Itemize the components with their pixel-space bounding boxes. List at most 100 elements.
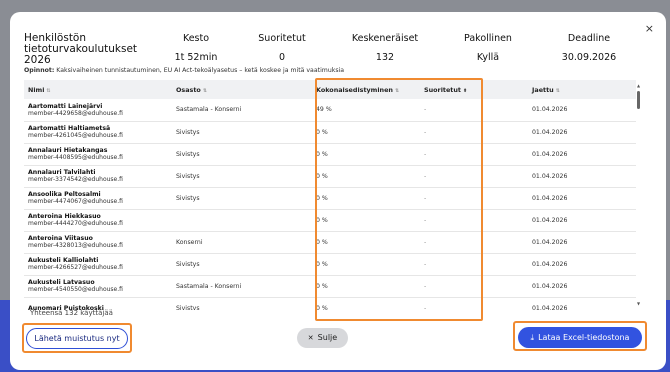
user-name: Anteroina Hiekkasuo: [28, 213, 101, 220]
cell-completed: -: [424, 304, 427, 311]
cell-department: [172, 209, 312, 231]
table-row[interactable]: Anteroina Viitasuo member-4328013@eduhous…: [24, 231, 636, 253]
table-row[interactable]: Aukusteli Kalliolahti member-4266527@eduh…: [24, 253, 636, 275]
participants-table-container[interactable]: Nimi ⇅ Osasto ⇅ Kokonaisedistyminen ⇅ Suori…: [24, 80, 642, 310]
table-row[interactable]: Aukusteli Latvasuo member-4540550@eduhous…: [24, 275, 636, 297]
cell-completed: -: [424, 172, 427, 180]
user-email: member-4328013@eduhouse.fi: [28, 242, 123, 249]
cell-shared: 01.04.2026: [532, 194, 568, 202]
sort-icon: ⇅: [555, 87, 560, 94]
cell-completed: -: [424, 282, 427, 290]
cell-user: Aukusteli Kalliolahti member-4266527@eduh…: [24, 253, 172, 275]
user-email: member-4540550@eduhouse.fi: [28, 286, 123, 293]
stat-value: 0: [278, 52, 286, 63]
cell-completed: -: [424, 150, 427, 158]
stat-label: Keskeneräiset: [351, 33, 419, 44]
scrollbar-thumb[interactable]: [637, 91, 640, 109]
cell-completed: -: [424, 260, 427, 268]
participants-table: Nimi ⇅ Osasto ⇅ Kokonaisedistyminen ⇅ Suori…: [24, 80, 636, 310]
cell-shared: 01.04.2026: [532, 172, 568, 180]
course-title: Henkilöstön tietoturvakoulutukset 2026: [24, 32, 138, 66]
cell-user: Anteroina Viitasuo member-4328013@eduhous…: [24, 231, 172, 253]
user-name: Aukusteli Latvasuo: [28, 279, 95, 286]
cell-department: Sastamala - Konserni: [176, 282, 242, 290]
user-email: member-4408595@eduhouse.fi: [28, 154, 123, 161]
user-email: member-3374542@eduhouse.fi: [28, 176, 123, 183]
sort-icon: ⇅: [46, 87, 51, 94]
cell-completed: -: [424, 128, 427, 136]
cell-department: Sivistys: [176, 172, 200, 180]
column-header-department[interactable]: Osasto ⇅: [172, 80, 312, 99]
cell-user: Ansoolika Peltosalmi member-4474067@eduho…: [24, 187, 172, 209]
cell-department: Sivistys: [176, 260, 200, 268]
user-email: member-4474067@eduhouse.fi: [28, 198, 123, 205]
sort-icon: ⇅: [202, 87, 208, 94]
cell-progress: 49 %: [316, 106, 332, 114]
user-name: Aartomatti Haltiametsä: [28, 125, 111, 132]
send-reminder-button[interactable]: Lähetä muistutus nyt: [26, 328, 128, 349]
cell-completed: -: [424, 238, 427, 246]
cell-user: Annalauri Hietakangas member-4408595@eduh…: [24, 143, 172, 165]
cell-progress: 0 %: [316, 194, 328, 202]
table-row[interactable]: Annalauri Hietakangas member-4408595@eduh…: [24, 143, 636, 165]
table-row[interactable]: Aunomari Puistokoski Sivistys 0 % -01.04.20…: [24, 297, 636, 311]
column-header-shared[interactable]: Jaettu ⇅: [528, 80, 636, 99]
cell-department: Sivistys: [176, 150, 200, 158]
user-email: member-4444270@eduhouse.fi: [28, 220, 123, 227]
stat-mandatory: Pakollinen Kyllä: [458, 33, 518, 63]
close-icon: ✕: [307, 334, 314, 342]
cell-user: Aartomatti Haltiametsä member-4261045@edu…: [24, 121, 172, 143]
download-icon: ⤓: [530, 333, 535, 342]
stat-deadline: Deadline 30.09.2026: [555, 33, 623, 63]
cell-completed: -: [424, 216, 427, 224]
stat-value: Kyllä: [476, 52, 500, 63]
table-row[interactable]: Annalauri Talvilahti member-3374542@eduho…: [24, 165, 636, 187]
cell-user: Aukusteli Latvasuo member-4540550@eduhous…: [24, 275, 172, 297]
cell-department: Konserni: [176, 238, 203, 246]
cell-progress: 0 %: [316, 216, 328, 224]
cell-department: Sivistys: [176, 304, 200, 311]
table-row[interactable]: Ansoolika Peltosalmi member-4474067@eduho…: [24, 187, 636, 209]
stat-label: Deadline: [567, 33, 611, 44]
scroll-down-icon[interactable]: ▼: [637, 301, 640, 306]
cell-progress: 0 %: [316, 304, 328, 311]
scroll-up-icon[interactable]: ▲: [637, 83, 640, 88]
column-header-name[interactable]: Nimi ⇅: [24, 80, 172, 99]
close-icon[interactable]: ×: [645, 22, 654, 35]
cell-department: Sastamala - Konserni: [176, 106, 242, 114]
download-excel-button[interactable]: ⤓ Lataa Excel-tiedostona: [518, 327, 642, 348]
user-name: Aartomatti Lainejärvi: [28, 102, 103, 110]
user-name: Anteroina Viitasuo: [28, 235, 93, 242]
cell-progress: 0 %: [316, 260, 328, 268]
stat-label: Suoritetut: [258, 33, 306, 44]
stat-value: 132: [375, 52, 395, 63]
stat-duration: Kesto 1t 52min: [166, 33, 226, 63]
table-scrollbar[interactable]: ▲ ▼: [637, 83, 641, 310]
cell-progress: 0 %: [316, 128, 328, 136]
cell-user: Annalauri Talvilahti member-3374542@eduho…: [24, 165, 172, 187]
column-header-progress[interactable]: Kokonaisedistyminen ⇅: [312, 80, 420, 99]
stat-value: 1t 52min: [174, 52, 218, 63]
sort-desc-icon: ⬍: [462, 87, 468, 94]
close-button-label: Sulje: [317, 333, 338, 342]
table-row[interactable]: Aartomatti Lainejärvi member-4429658@eduh…: [24, 99, 636, 121]
cell-department: Sivistys: [176, 194, 200, 202]
cell-completed: -: [424, 194, 427, 202]
stat-completed: Suoritetut 0: [252, 33, 312, 63]
close-button[interactable]: ✕ Sulje: [297, 328, 348, 348]
cell-progress: 0 %: [316, 282, 328, 290]
cell-shared: 01.04.2026: [532, 304, 568, 311]
cell-shared: 01.04.2026: [532, 216, 568, 224]
stat-in-progress: Keskeneräiset 132: [348, 33, 422, 63]
cell-progress: 0 %: [316, 238, 328, 246]
column-header-completed[interactable]: Suoritetut ⬍: [420, 80, 528, 99]
table-row[interactable]: Anteroina Hiekkasuo member-4444270@eduhou…: [24, 209, 636, 231]
user-email: member-4266527@eduhouse.fi: [28, 264, 123, 271]
user-name: Annalauri Hietakangas: [28, 147, 108, 154]
total-users: Yhteensä 132 käyttäjää: [30, 309, 113, 317]
cell-shared: 01.04.2026: [532, 128, 568, 136]
table-row[interactable]: Aartomatti Haltiametsä member-4261045@edu…: [24, 121, 636, 143]
cell-completed: -: [424, 106, 427, 114]
download-excel-label: Lataa Excel-tiedostona: [538, 333, 630, 342]
course-details-modal: × Henkilöstön tietoturvakoulutukset 2026…: [10, 12, 666, 370]
